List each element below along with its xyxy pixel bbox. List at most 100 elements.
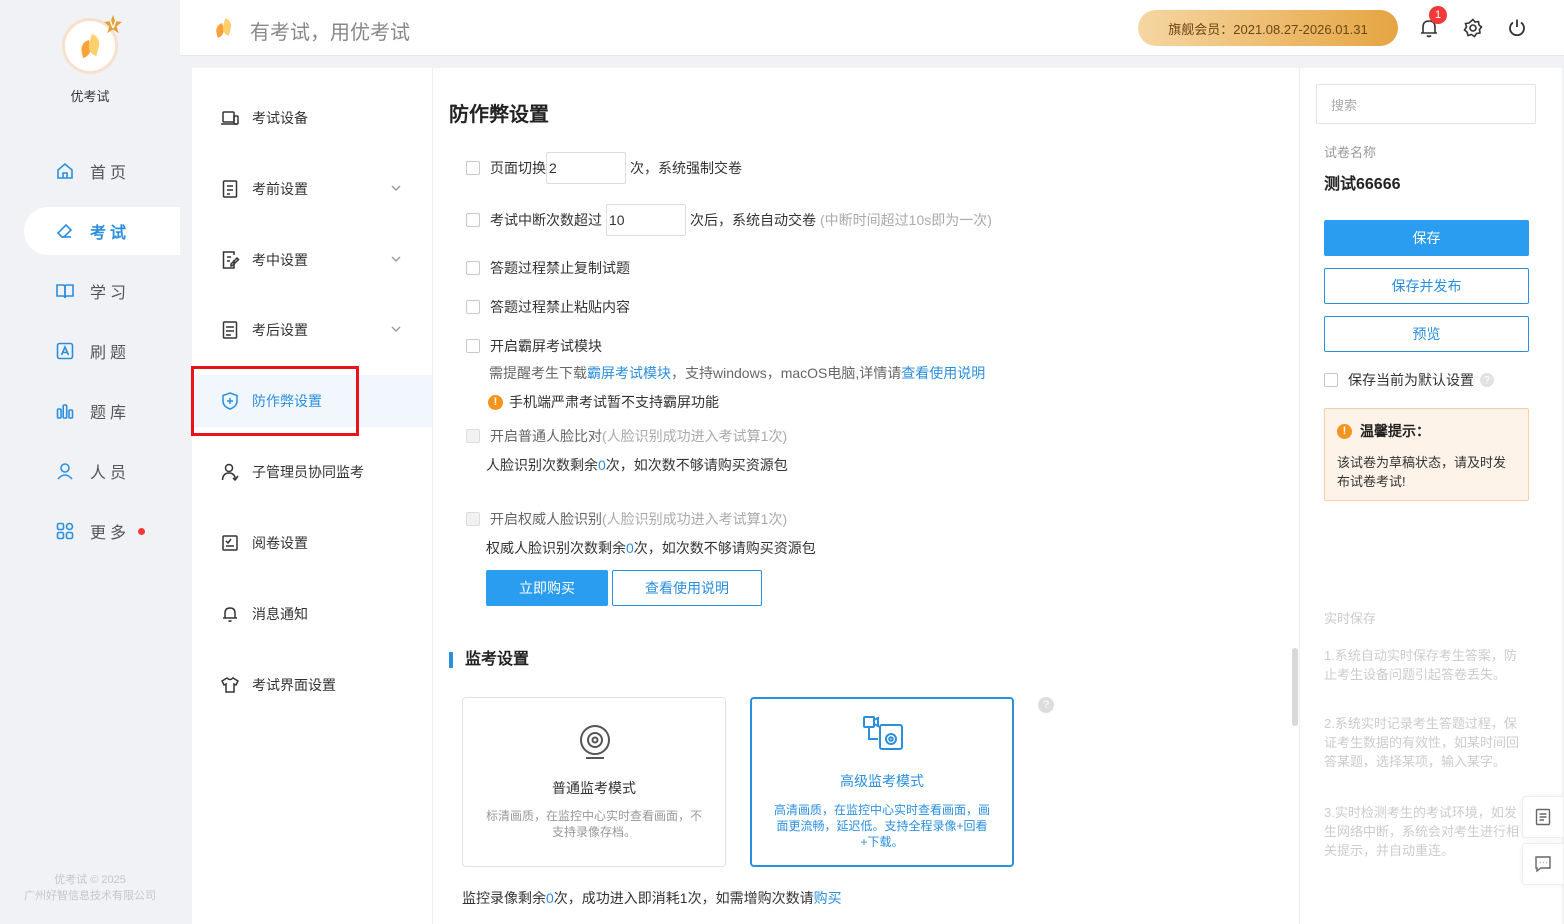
nav-item-people[interactable]: 人员	[24, 447, 180, 495]
tip-box: ! 温馨提示： 该试卷为草稿状态，请及时发布试卷考试!	[1324, 408, 1529, 501]
remain-text: 权威人脸识别次数剩余	[486, 540, 626, 556]
face-auth-checkbox[interactable]	[466, 512, 480, 526]
nav-label: 题库	[90, 405, 131, 422]
copyright-line: 优考试 © 2025	[54, 874, 126, 886]
eraser-icon	[56, 222, 74, 240]
normal-monitor-mode-card[interactable]: 普通监考模式 标清画质，在监控中心实时查看画面，不支持录像存档。	[462, 697, 726, 867]
nav-item-more[interactable]: 更多	[24, 507, 180, 555]
slogan: 有考试，用优考试	[250, 22, 410, 44]
default-setting-checkbox[interactable]	[1324, 373, 1338, 387]
users-icon	[220, 462, 240, 482]
page-switch-suffix: 次，系统强制交卷	[630, 160, 742, 176]
nav-label: 更多	[90, 525, 131, 542]
default-setting-row: 保存当前为默认设置 ?	[1324, 370, 1494, 390]
usage-guide-link[interactable]: 查看使用说明	[901, 365, 985, 381]
no-paste-checkbox[interactable]	[466, 300, 480, 314]
interrupt-hint: (中断时间超过10s即为一次)	[820, 212, 992, 228]
logout-button[interactable]	[1505, 16, 1529, 40]
company-line: 广州好智信息技术有限公司	[24, 890, 156, 902]
subnav-label: 考后设置	[252, 322, 308, 338]
remain-text: 监控录像剩余	[462, 890, 546, 906]
paper-name: 测试66666	[1324, 176, 1401, 193]
face-auth-label: 开启权威人脸识别	[490, 511, 602, 527]
monitor-record-remain: 监控录像剩余0次，成功进入即消耗1次，如需增购次数请购买	[462, 888, 842, 908]
top-header: 有考试，用优考试 旗舰会员：2021.08.27-2026.01.31 1	[180, 0, 1564, 56]
save-publish-button[interactable]: 保存并发布	[1324, 268, 1529, 304]
search-input[interactable]: 搜索	[1316, 84, 1536, 124]
fullscreen-module-link[interactable]: 霸屏考试模块	[587, 365, 671, 381]
grid-icon	[56, 522, 74, 540]
subnav-exam-ui[interactable]: 考试界面设置	[192, 659, 432, 711]
note-text: ，支持windows，macOS电脑,详情请	[671, 365, 902, 381]
view-guide-button[interactable]: 查看使用说明	[612, 570, 762, 606]
chevron-down-icon[interactable]	[390, 181, 402, 197]
nav-item-study[interactable]: 学习	[24, 267, 180, 315]
fullscreen-checkbox[interactable]	[466, 339, 480, 353]
subnav-grading[interactable]: 阅卷设置	[192, 517, 432, 569]
no-paste-row: 答题过程禁止粘贴内容	[466, 297, 630, 317]
content-scrollbar[interactable]	[1292, 648, 1298, 726]
floating-chat-button[interactable]	[1522, 843, 1564, 885]
subnav-label: 考试设备	[252, 110, 308, 126]
save-button[interactable]: 保存	[1324, 220, 1529, 256]
subnav-label: 考前设置	[252, 181, 308, 197]
brand-logo[interactable]: V	[62, 15, 122, 74]
page-switch-count-input[interactable]: 2	[546, 152, 626, 184]
user-icon	[56, 462, 74, 480]
page-switch-checkbox[interactable]	[466, 161, 480, 175]
floating-notes-button[interactable]	[1522, 796, 1564, 838]
nav-item-home[interactable]: 首页	[24, 147, 180, 195]
fullscreen-row: 开启霸屏考试模块	[466, 336, 602, 356]
chevron-down-icon[interactable]	[390, 322, 402, 338]
interrupt-checkbox[interactable]	[466, 213, 480, 227]
subnav-during-exam[interactable]: 考中设置	[192, 234, 432, 286]
interrupt-count-input[interactable]: 10	[606, 204, 686, 236]
remain-text: 人脸识别次数剩余	[486, 457, 598, 473]
subnav-pre-exam[interactable]: 考前设置	[192, 163, 432, 215]
buy-now-button[interactable]: 立即购买	[486, 570, 608, 606]
help-question-icon[interactable]: ?	[1038, 697, 1054, 713]
warning-text: 手机端严肃考试暂不支持霸屏功能	[509, 394, 719, 410]
nav-label: 学习	[90, 285, 131, 302]
fullscreen-note: 需提醒考生下载霸屏考试模块，支持windows，macOS电脑,详情请查看使用说…	[489, 363, 985, 383]
interrupt-row: 考试中断次数超过 10 次后，系统自动交卷 (中断时间超过10s即为一次)	[466, 204, 992, 236]
subnav-label: 阅卷设置	[252, 535, 308, 551]
webcam-icon	[580, 725, 610, 759]
face-normal-remain: 人脸识别次数剩余0次，如次数不够请购买资源包	[486, 455, 788, 475]
settings-button[interactable]	[1461, 16, 1485, 40]
vip-star-icon: V	[104, 15, 122, 34]
face-normal-checkbox[interactable]	[466, 429, 480, 443]
bars-icon	[56, 402, 74, 420]
vip-membership-badge[interactable]: 旗舰会员：2021.08.27-2026.01.31	[1138, 10, 1398, 46]
realtime-save-text-1: 1.系统自动实时保存考生答案，防止考生设备问题引起答卷丢失。	[1324, 648, 1517, 682]
notes-icon	[1535, 808, 1551, 826]
tip-title: 温馨提示：	[1360, 423, 1430, 439]
doc-icon	[220, 179, 240, 199]
face-normal-row: 开启普通人脸比对 (人脸识别成功进入考试算1次)	[466, 426, 787, 446]
remain-text: 次，如次数不够请购买资源包	[633, 540, 816, 556]
nav-item-question-bank[interactable]: 题库	[24, 387, 180, 435]
default-setting-label: 保存当前为默认设置	[1348, 372, 1474, 388]
note-text: 需提醒考生下载	[489, 365, 587, 381]
subnav-notification[interactable]: 消息通知	[192, 588, 432, 640]
help-question-icon[interactable]: ?	[1480, 373, 1494, 387]
fullscreen-label: 开启霸屏考试模块	[490, 338, 602, 354]
preview-button[interactable]: 预览	[1324, 316, 1529, 352]
buy-link[interactable]: 购买	[814, 890, 842, 906]
new-indicator-dot	[138, 527, 146, 535]
settings-subnav: 考试设备 考前设置 考中设置 考后设置 防作弊设置 子管理员协同监考 阅卷设置	[191, 68, 433, 924]
nav-item-practice[interactable]: 刷题	[24, 327, 180, 375]
mode-description: 高清画质，在监控中心实时查看画面，画面更流畅，延迟低。支持全程录像+回看+下载。	[773, 803, 990, 849]
nav-item-exam[interactable]: 考试	[24, 207, 180, 255]
no-copy-checkbox[interactable]	[466, 261, 480, 275]
subnav-post-exam[interactable]: 考后设置	[192, 304, 432, 356]
left-nav: V 优考试 首页 考试 学习 刷题 题库 人员 更多 优考试 © 2025 广州…	[0, 0, 180, 924]
no-copy-row: 答题过程禁止复制试题	[466, 258, 630, 278]
notification-button[interactable]: 1	[1417, 6, 1447, 40]
advanced-monitor-mode-card[interactable]: 高级监考模式 高清画质，在监控中心实时查看画面，画面更流畅，延迟低。支持全程录像…	[750, 697, 1014, 867]
remain-count: 0	[598, 457, 606, 473]
face-auth-remain: 权威人脸识别次数剩余0次，如次数不够请购买资源包	[486, 538, 816, 558]
chevron-down-icon[interactable]	[390, 252, 402, 268]
subnav-co-proctor[interactable]: 子管理员协同监考	[192, 446, 432, 498]
subnav-exam-device[interactable]: 考试设备	[192, 92, 432, 144]
